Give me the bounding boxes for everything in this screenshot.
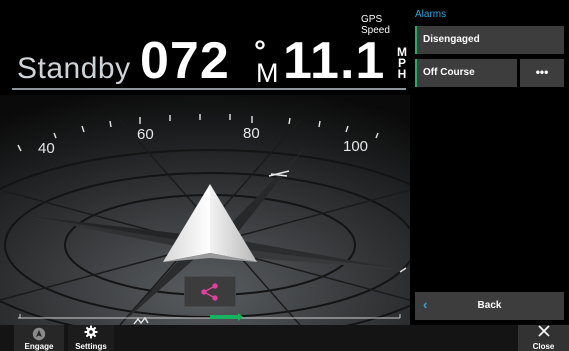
more-options-button[interactable]: ••• xyxy=(520,59,564,87)
close-label: Close xyxy=(532,342,555,351)
speed-unit: MPH xyxy=(397,45,407,81)
speed-value: 11.1 xyxy=(283,32,386,90)
settings-button[interactable]: Settings xyxy=(68,325,114,351)
gear-icon xyxy=(68,325,114,342)
share-route-icon xyxy=(201,283,218,301)
close-button[interactable]: Close xyxy=(518,325,569,351)
close-icon xyxy=(518,325,569,342)
settings-label: Settings xyxy=(75,342,107,351)
scale-label-60: 60 xyxy=(137,126,154,143)
disengaged-button[interactable]: Disengaged xyxy=(415,26,564,54)
back-label: Back xyxy=(477,300,502,311)
pilot-mode: Standby xyxy=(17,52,131,85)
scale-label-40: 40 xyxy=(38,140,55,157)
heading-value: 072 xyxy=(140,32,230,90)
heading-unit: M xyxy=(256,58,279,88)
scale-label-100: 100 xyxy=(343,138,369,155)
header-divider xyxy=(12,88,406,90)
autopilot-icon xyxy=(14,325,64,342)
engage-button[interactable]: Engage xyxy=(14,325,64,351)
route-button[interactable] xyxy=(184,276,236,307)
off-course-button[interactable]: Off Course xyxy=(415,59,517,87)
engage-label: Engage xyxy=(24,342,54,351)
scale-label-80: 80 xyxy=(243,125,260,142)
autopilot-panel: 40 60 80 100 Standby GPS Speed 072 ° M 1… xyxy=(0,0,410,351)
alarms-title: Alarms xyxy=(415,9,447,20)
back-button[interactable]: ‹ Back xyxy=(415,292,564,320)
